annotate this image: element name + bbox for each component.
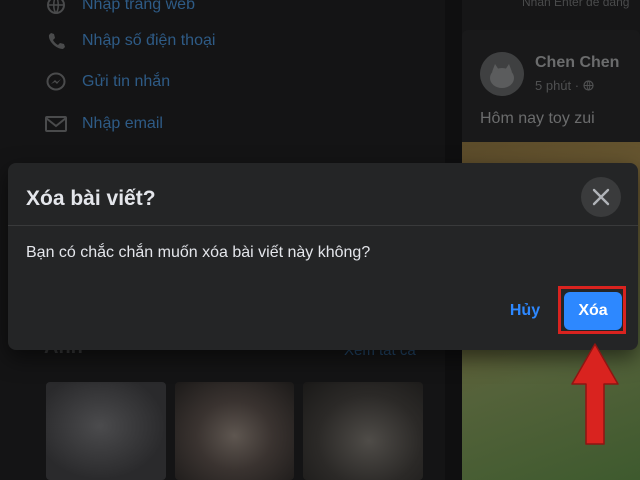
cancel-button[interactable]: Hủy xyxy=(500,294,550,328)
contact-label-email: Nhập email xyxy=(82,115,163,132)
messenger-icon xyxy=(44,70,68,94)
phone-icon xyxy=(44,29,68,53)
contact-label-phone: Nhập số điện thoại xyxy=(82,32,216,49)
dialog-title: Xóa bài viết? xyxy=(26,187,156,210)
globe-icon xyxy=(44,0,68,17)
photo-thumbnail[interactable] xyxy=(46,382,166,480)
composer-hint: Nhấn Enter để đăng xyxy=(522,0,630,9)
post-time-text: 5 phút · xyxy=(535,78,583,93)
close-button[interactable] xyxy=(581,177,621,217)
post-author[interactable]: Chen Chen xyxy=(535,54,619,72)
highlight-box xyxy=(558,286,626,334)
post-text: Hôm nay toy zui xyxy=(480,110,595,127)
contact-item-website[interactable]: Nhập trang web xyxy=(44,0,195,18)
avatar[interactable] xyxy=(480,52,524,96)
public-globe-icon xyxy=(583,79,594,94)
contact-item-message[interactable]: Gửi tin nhắn xyxy=(44,69,170,95)
close-icon xyxy=(592,188,610,206)
dialog-divider xyxy=(8,225,638,226)
dialog-message: Bạn có chắc chắn muốn xóa bài viết này k… xyxy=(26,244,371,261)
post-timestamp: 5 phút · xyxy=(535,78,594,94)
contact-label-website: Nhập trang web xyxy=(82,0,195,13)
photo-thumbnail[interactable] xyxy=(175,382,294,480)
contact-label-message: Gửi tin nhắn xyxy=(82,73,171,90)
mail-icon xyxy=(44,112,68,136)
contact-item-phone[interactable]: Nhập số điện thoại xyxy=(44,28,215,54)
red-arrow-icon xyxy=(571,343,619,445)
contact-item-email[interactable]: Nhập email xyxy=(44,111,163,137)
photo-thumbnail[interactable] xyxy=(303,382,423,480)
